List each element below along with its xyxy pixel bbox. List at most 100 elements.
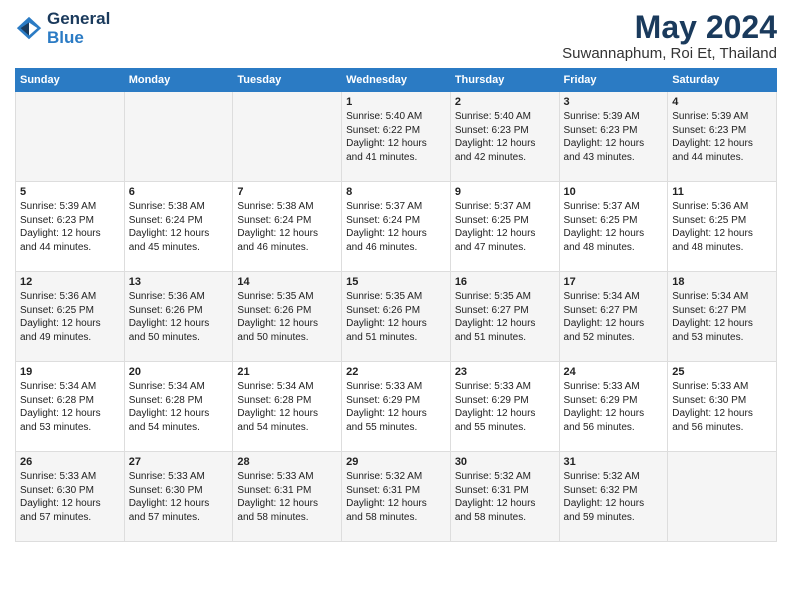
header-day-friday: Friday (559, 69, 668, 92)
day-number: 12 (20, 276, 120, 288)
calendar-cell: 14Sunrise: 5:35 AM Sunset: 6:26 PM Dayli… (233, 272, 342, 362)
calendar-cell: 8Sunrise: 5:37 AM Sunset: 6:24 PM Daylig… (342, 182, 451, 272)
day-number: 18 (672, 276, 772, 288)
calendar-cell: 19 Sunrise: 5:34 AM Sunset: 6:28 PM Dayli… (16, 362, 125, 452)
week-row-3: 12 Sunrise: 5:36 AM Sunset: 6:25 PM Dayli… (16, 272, 777, 362)
logo: General Blue (15, 10, 110, 47)
calendar-cell: 6Sunrise: 5:38 AM Sunset: 6:24 PM Daylig… (124, 182, 233, 272)
day-info: Sunrise: 5:36 AM Sunset: 6:26 PM Dayligh… (129, 290, 229, 344)
day-info: Sunrise: 5:33 AM Sunset: 6:29 PM Dayligh… (346, 380, 446, 434)
calendar-cell (16, 92, 125, 182)
day-number: 24 (564, 366, 664, 378)
calendar-cell: 13 Sunrise: 5:36 AM Sunset: 6:26 PM Dayli… (124, 272, 233, 362)
day-info: Sunrise: 5:33 AM Sunset: 6:30 PM Dayligh… (129, 470, 229, 524)
week-row-1: 1 Sunrise: 5:40 AM Sunset: 6:22 PM Daylig… (16, 92, 777, 182)
calendar-cell: 20Sunrise: 5:34 AM Sunset: 6:28 PM Dayli… (124, 362, 233, 452)
day-number: 31 (564, 456, 664, 468)
day-number: 15 (346, 276, 446, 288)
calendar-cell: 7Sunrise: 5:38 AM Sunset: 6:24 PM Daylig… (233, 182, 342, 272)
day-info: Sunrise: 5:34 AM Sunset: 6:28 PM Dayligh… (20, 380, 120, 434)
calendar-cell: 17 Sunrise: 5:34 AM Sunset: 6:27 PM Dayli… (559, 272, 668, 362)
calendar-cell (668, 452, 777, 542)
day-info: Sunrise: 5:39 AM Sunset: 6:23 PM Dayligh… (20, 200, 120, 254)
header-day-tuesday: Tuesday (233, 69, 342, 92)
day-number: 30 (455, 456, 555, 468)
header-day-monday: Monday (124, 69, 233, 92)
day-info: Sunrise: 5:33 AM Sunset: 6:29 PM Dayligh… (564, 380, 664, 434)
calendar-page: General Blue May 2024 Suwannaphum, Roi E… (0, 0, 792, 612)
calendar-cell (124, 92, 233, 182)
day-number: 16 (455, 276, 555, 288)
header: General Blue May 2024 Suwannaphum, Roi E… (15, 10, 777, 62)
calendar-cell: 28 Sunrise: 5:33 AM Sunset: 6:31 PM Dayli… (233, 452, 342, 542)
day-number: 19 (20, 366, 120, 378)
day-info: Sunrise: 5:34 AM Sunset: 6:27 PM Dayligh… (672, 290, 772, 344)
day-info: Sunrise: 5:37 AM Sunset: 6:25 PM Dayligh… (455, 200, 555, 254)
week-row-5: 26 Sunrise: 5:33 AM Sunset: 6:30 PM Dayli… (16, 452, 777, 542)
subtitle: Suwannaphum, Roi Et, Thailand (562, 45, 777, 62)
day-number: 22 (346, 366, 446, 378)
day-info: Sunrise: 5:34 AM Sunset: 6:28 PM Dayligh… (129, 380, 229, 434)
calendar-cell: 5Sunrise: 5:39 AM Sunset: 6:23 PM Daylig… (16, 182, 125, 272)
day-number: 27 (129, 456, 229, 468)
calendar-cell: 9 Sunrise: 5:37 AM Sunset: 6:25 PM Daylig… (450, 182, 559, 272)
day-info: Sunrise: 5:32 AM Sunset: 6:31 PM Dayligh… (455, 470, 555, 524)
day-info: Sunrise: 5:39 AM Sunset: 6:23 PM Dayligh… (564, 110, 664, 164)
day-info: Sunrise: 5:40 AM Sunset: 6:22 PM Dayligh… (346, 110, 446, 164)
day-number: 9 (455, 186, 555, 198)
day-info: Sunrise: 5:35 AM Sunset: 6:26 PM Dayligh… (237, 290, 337, 344)
logo-text: General Blue (47, 10, 110, 47)
day-number: 26 (20, 456, 120, 468)
calendar-cell: 24 Sunrise: 5:33 AM Sunset: 6:29 PM Dayli… (559, 362, 668, 452)
calendar-cell: 11Sunrise: 5:36 AM Sunset: 6:25 PM Dayli… (668, 182, 777, 272)
day-number: 2 (455, 96, 555, 108)
day-info: Sunrise: 5:39 AM Sunset: 6:23 PM Dayligh… (672, 110, 772, 164)
day-number: 23 (455, 366, 555, 378)
day-number: 6 (129, 186, 229, 198)
header-day-wednesday: Wednesday (342, 69, 451, 92)
day-number: 13 (129, 276, 229, 288)
day-info: Sunrise: 5:33 AM Sunset: 6:31 PM Dayligh… (237, 470, 337, 524)
week-row-4: 19 Sunrise: 5:34 AM Sunset: 6:28 PM Dayli… (16, 362, 777, 452)
day-info: Sunrise: 5:40 AM Sunset: 6:23 PM Dayligh… (455, 110, 555, 164)
calendar-cell: 21 Sunrise: 5:34 AM Sunset: 6:28 PM Dayli… (233, 362, 342, 452)
day-info: Sunrise: 5:34 AM Sunset: 6:28 PM Dayligh… (237, 380, 337, 434)
header-day-sunday: Sunday (16, 69, 125, 92)
calendar-cell: 3 Sunrise: 5:39 AM Sunset: 6:23 PM Daylig… (559, 92, 668, 182)
day-number: 25 (672, 366, 772, 378)
calendar-cell: 31Sunrise: 5:32 AM Sunset: 6:32 PM Dayli… (559, 452, 668, 542)
calendar-cell (233, 92, 342, 182)
day-number: 3 (564, 96, 664, 108)
day-info: Sunrise: 5:35 AM Sunset: 6:27 PM Dayligh… (455, 290, 555, 344)
calendar-cell: 1 Sunrise: 5:40 AM Sunset: 6:22 PM Daylig… (342, 92, 451, 182)
main-title: May 2024 (562, 10, 777, 45)
day-info: Sunrise: 5:36 AM Sunset: 6:25 PM Dayligh… (20, 290, 120, 344)
day-info: Sunrise: 5:34 AM Sunset: 6:27 PM Dayligh… (564, 290, 664, 344)
day-number: 28 (237, 456, 337, 468)
calendar-cell: 2 Sunrise: 5:40 AM Sunset: 6:23 PM Daylig… (450, 92, 559, 182)
day-number: 1 (346, 96, 446, 108)
logo-icon (15, 15, 43, 43)
day-info: Sunrise: 5:33 AM Sunset: 6:30 PM Dayligh… (20, 470, 120, 524)
calendar-cell: 18 Sunrise: 5:34 AM Sunset: 6:27 PM Dayli… (668, 272, 777, 362)
day-info: Sunrise: 5:35 AM Sunset: 6:26 PM Dayligh… (346, 290, 446, 344)
day-info: Sunrise: 5:36 AM Sunset: 6:25 PM Dayligh… (672, 200, 772, 254)
day-number: 29 (346, 456, 446, 468)
header-row: SundayMondayTuesdayWednesdayThursdayFrid… (16, 69, 777, 92)
week-row-2: 5Sunrise: 5:39 AM Sunset: 6:23 PM Daylig… (16, 182, 777, 272)
header-day-saturday: Saturday (668, 69, 777, 92)
title-block: May 2024 Suwannaphum, Roi Et, Thailand (562, 10, 777, 62)
day-info: Sunrise: 5:33 AM Sunset: 6:29 PM Dayligh… (455, 380, 555, 434)
day-number: 17 (564, 276, 664, 288)
calendar-cell: 25 Sunrise: 5:33 AM Sunset: 6:30 PM Dayli… (668, 362, 777, 452)
calendar-cell: 12 Sunrise: 5:36 AM Sunset: 6:25 PM Dayli… (16, 272, 125, 362)
day-number: 4 (672, 96, 772, 108)
day-info: Sunrise: 5:38 AM Sunset: 6:24 PM Dayligh… (237, 200, 337, 254)
calendar-cell: 26 Sunrise: 5:33 AM Sunset: 6:30 PM Dayli… (16, 452, 125, 542)
day-number: 21 (237, 366, 337, 378)
day-info: Sunrise: 5:37 AM Sunset: 6:24 PM Dayligh… (346, 200, 446, 254)
calendar-cell: 23 Sunrise: 5:33 AM Sunset: 6:29 PM Dayli… (450, 362, 559, 452)
header-day-thursday: Thursday (450, 69, 559, 92)
day-info: Sunrise: 5:33 AM Sunset: 6:30 PM Dayligh… (672, 380, 772, 434)
calendar-table: SundayMondayTuesdayWednesdayThursdayFrid… (15, 68, 777, 542)
